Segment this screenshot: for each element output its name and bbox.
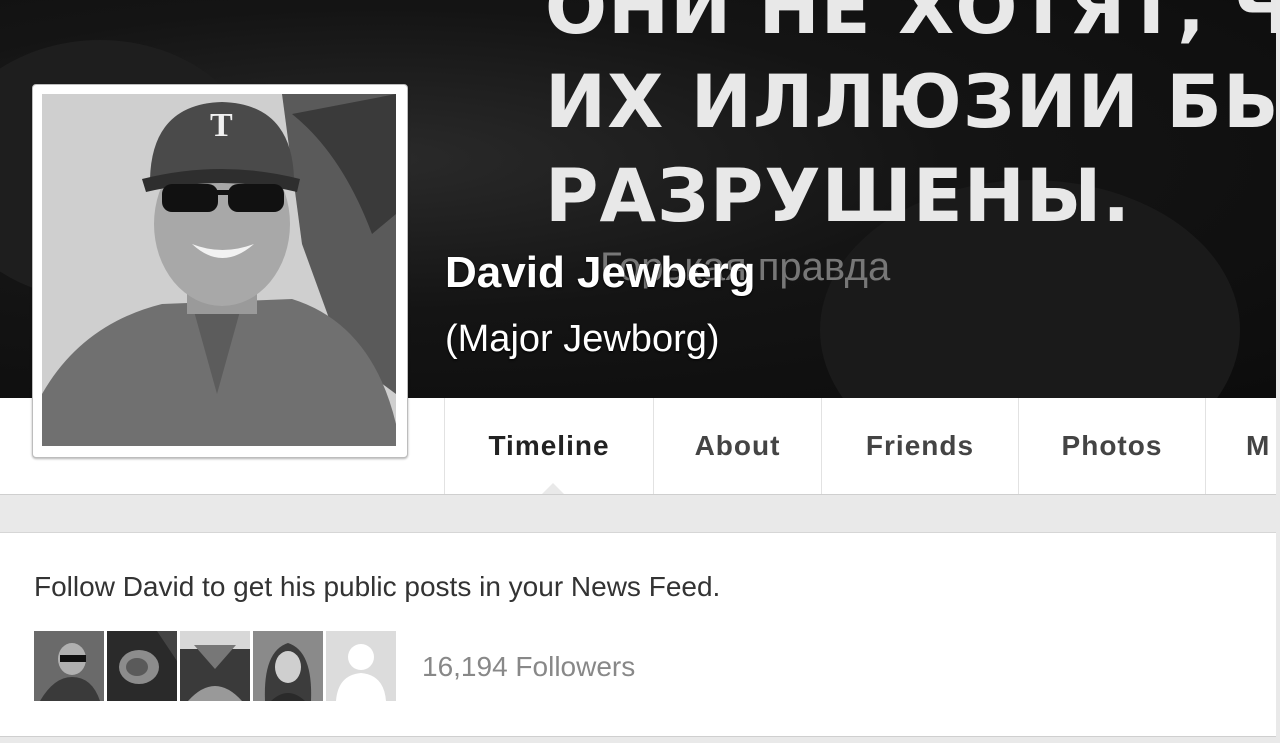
profile-portrait-illustration: T [42, 94, 396, 446]
profile-photo: T [42, 94, 396, 446]
tab-more[interactable]: M [1205, 398, 1276, 494]
follow-prompt: Follow David to get his public posts in … [34, 571, 721, 602]
tab-label: M [1246, 430, 1271, 461]
cover-headline-line: ИХ ИЛЛЮЗИИ БЫЛ [545, 60, 1276, 145]
follower-avatar[interactable] [107, 631, 177, 701]
follower-avatars [34, 631, 396, 701]
svg-text:T: T [210, 107, 233, 144]
cover-headline-line: ОНИ НЕ ХОТЯТ, ЧТ [545, 0, 1276, 51]
tab-label: Friends [865, 430, 975, 461]
cover-headline: ОНИ НЕ ХОТЯТ, ЧТ ИХ ИЛЛЮЗИИ БЫЛ РАЗРУШЕН… [545, 0, 1276, 244]
tab-label: About [694, 430, 781, 461]
follower-avatar[interactable] [34, 631, 104, 701]
profile-picture[interactable]: T [32, 84, 408, 458]
follow-card: Follow David to get his public posts in … [0, 532, 1276, 737]
active-tab-caret [541, 483, 565, 494]
tab-friends[interactable]: Friends [821, 398, 1018, 494]
profile-tabs: Timeline About Friends Photos M [444, 398, 1276, 494]
cover-headline-line: РАЗРУШЕНЫ. [545, 154, 1132, 239]
tab-timeline[interactable]: Timeline [444, 398, 653, 494]
profile-name[interactable]: David Jewberg [445, 248, 756, 298]
tab-about[interactable]: About [653, 398, 821, 494]
follower-avatar[interactable] [253, 631, 323, 701]
follower-avatar[interactable] [180, 631, 250, 701]
profile-alternate-name: (Major Jewborg) [445, 318, 720, 360]
tab-photos[interactable]: Photos [1018, 398, 1205, 494]
default-avatar-icon[interactable] [326, 631, 396, 701]
tab-label: Timeline [488, 430, 610, 461]
tab-label: Photos [1061, 430, 1163, 461]
followers-count[interactable]: 16,194 Followers [422, 651, 635, 683]
